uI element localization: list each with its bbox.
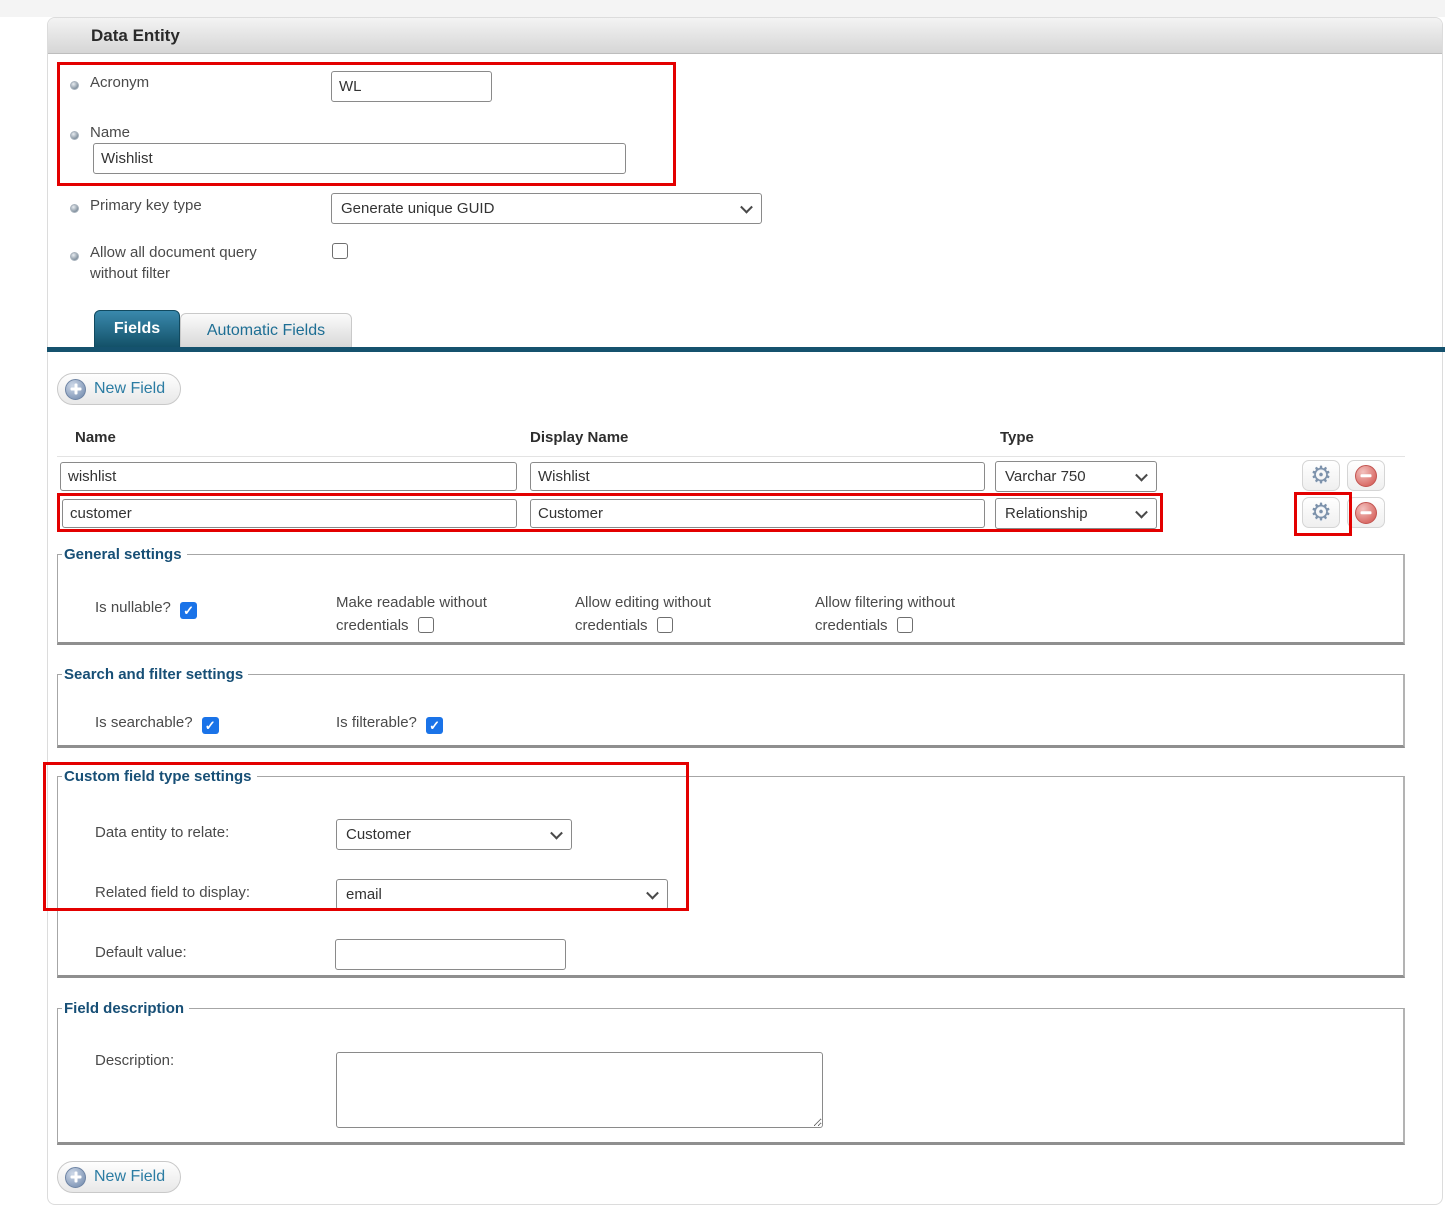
chevron-down-icon: [1135, 505, 1148, 518]
gear-icon: ⚙: [1310, 501, 1332, 525]
is-filterable-checkbox[interactable]: ✓: [426, 717, 443, 734]
search-filter-settings-fieldset: Search and filter settings Is searchable…: [57, 666, 1405, 748]
default-value-input[interactable]: [335, 939, 566, 970]
field-name-input[interactable]: [60, 462, 517, 491]
field-settings-button[interactable]: ⚙: [1302, 460, 1340, 491]
tab-automatic-fields[interactable]: Automatic Fields: [180, 313, 352, 348]
field-type-value: Relationship: [1005, 505, 1088, 522]
sphere-bullet-icon: [70, 81, 79, 90]
is-filterable-label: Is filterable?: [336, 714, 417, 731]
related-field-to-display-label: Related field to display:: [95, 882, 250, 903]
page-title: Data Entity: [91, 18, 180, 54]
sphere-bullet-icon: [70, 252, 79, 261]
allow-all-query-label: Allow all document query without filter: [90, 242, 302, 284]
minus-circle-icon: [1355, 502, 1377, 524]
filtering-row: Allow filtering without credentials: [815, 591, 997, 637]
field-type-select[interactable]: Varchar 750: [995, 461, 1157, 492]
tab-underline-bar: [47, 347, 1445, 352]
general-settings-fieldset: General settings Is nullable? ✓ Make rea…: [57, 546, 1405, 645]
is-nullable-label: Is nullable?: [95, 599, 171, 616]
allow-all-query-checkbox[interactable]: [332, 243, 348, 259]
chevron-down-icon: [550, 826, 563, 839]
field-delete-button[interactable]: [1347, 460, 1385, 491]
readable-row: Make readable without credentials: [336, 591, 528, 637]
is-searchable-checkbox[interactable]: ✓: [202, 717, 219, 734]
primary-key-type-select[interactable]: Generate unique GUID: [331, 193, 762, 224]
name-input[interactable]: [93, 143, 626, 174]
field-display-name-input[interactable]: [530, 462, 985, 491]
readable-label: Make readable without credentials: [336, 594, 487, 634]
data-entity-to-relate-value: Customer: [346, 826, 411, 843]
readable-checkbox[interactable]: [418, 617, 434, 633]
chevron-down-icon: [1135, 468, 1148, 481]
data-entity-page: Data Entity Acronym Name Primary key typ…: [0, 0, 1445, 1216]
column-header-display-name: Display Name: [530, 429, 628, 446]
related-field-to-display-select[interactable]: email: [336, 879, 668, 910]
data-entity-to-relate-label: Data entity to relate:: [95, 822, 229, 843]
editing-row: Allow editing without credentials: [575, 591, 755, 637]
custom-field-type-settings-fieldset: Custom field type settings Data entity t…: [57, 768, 1405, 978]
is-nullable-checkbox[interactable]: ✓: [180, 602, 197, 619]
field-settings-button[interactable]: ⚙: [1302, 497, 1340, 528]
general-settings-legend: General settings: [62, 546, 187, 563]
chevron-down-icon: [740, 200, 753, 213]
panel-header: Data Entity: [48, 18, 1442, 54]
description-label: Description:: [95, 1050, 174, 1071]
field-type-value: Varchar 750: [1005, 468, 1086, 485]
related-field-to-display-value: email: [346, 886, 382, 903]
new-field-button-bottom[interactable]: New Field: [57, 1161, 181, 1193]
filtering-checkbox[interactable]: [897, 617, 913, 633]
gear-icon: ⚙: [1310, 464, 1332, 488]
new-field-button-label: New Field: [94, 1168, 165, 1186]
acronym-label: Acronym: [90, 72, 149, 93]
sphere-bullet-icon: [70, 131, 79, 140]
data-entity-to-relate-select[interactable]: Customer: [336, 819, 572, 850]
plus-circle-icon: [65, 1167, 86, 1188]
is-filterable-row: Is filterable? ✓: [336, 711, 443, 734]
acronym-input[interactable]: [331, 71, 492, 102]
new-field-button-label: New Field: [94, 380, 165, 398]
is-searchable-label: Is searchable?: [95, 714, 193, 731]
tab-fields[interactable]: Fields: [94, 310, 180, 348]
header-divider: [57, 456, 1405, 457]
field-name-input[interactable]: [62, 499, 517, 528]
minus-circle-icon: [1355, 465, 1377, 487]
page-top-strip: [0, 0, 1445, 17]
column-header-name: Name: [75, 429, 116, 446]
field-display-name-input[interactable]: [530, 499, 985, 528]
sphere-bullet-icon: [70, 204, 79, 213]
editing-label: Allow editing without credentials: [575, 594, 711, 634]
is-searchable-row: Is searchable? ✓: [95, 711, 219, 734]
default-value-label: Default value:: [95, 942, 187, 963]
plus-circle-icon: [65, 379, 86, 400]
field-delete-button[interactable]: [1347, 497, 1385, 528]
editing-checkbox[interactable]: [657, 617, 673, 633]
primary-key-type-label: Primary key type: [90, 195, 202, 216]
primary-key-type-value: Generate unique GUID: [341, 200, 494, 217]
field-description-fieldset: Field description Description:: [57, 1000, 1405, 1145]
is-nullable-row: Is nullable? ✓: [95, 596, 197, 619]
field-description-legend: Field description: [62, 1000, 189, 1017]
description-textarea[interactable]: [336, 1052, 823, 1128]
column-header-type: Type: [1000, 429, 1034, 446]
custom-field-type-settings-legend: Custom field type settings: [62, 768, 257, 785]
search-filter-settings-legend: Search and filter settings: [62, 666, 248, 683]
new-field-button[interactable]: New Field: [57, 373, 181, 405]
name-label: Name: [90, 122, 130, 143]
filtering-label: Allow filtering without credentials: [815, 594, 955, 634]
field-type-select[interactable]: Relationship: [995, 498, 1157, 529]
chevron-down-icon: [646, 886, 659, 899]
